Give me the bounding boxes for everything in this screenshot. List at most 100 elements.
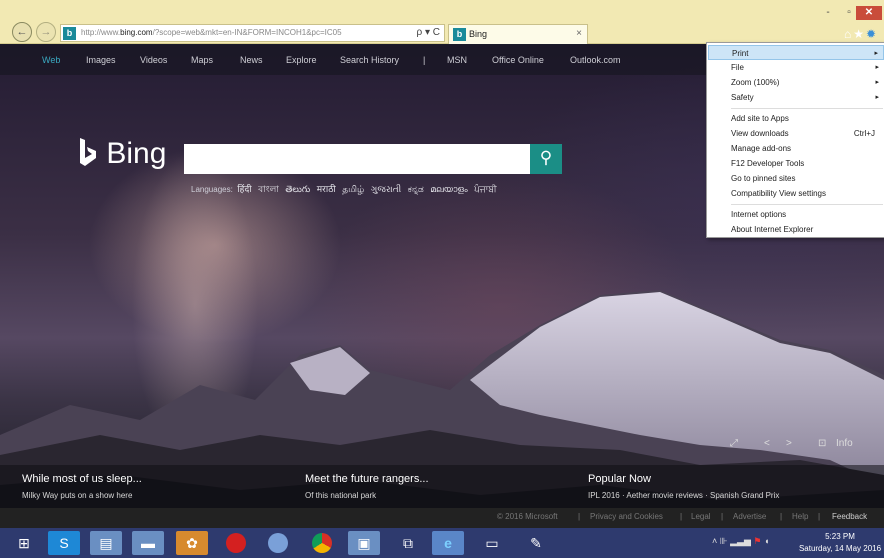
signal-icon[interactable]: ▂▃▅	[730, 536, 751, 546]
forward-button[interactable]: →	[36, 22, 56, 42]
bing-logo[interactable]: Bing	[78, 137, 166, 171]
menu-item-print[interactable]: Print ▸	[708, 45, 884, 60]
fullscreen-icon[interactable]: ⤢	[730, 438, 738, 449]
flag-icon[interactable]: ⚑	[753, 536, 761, 546]
bing-favicon-icon: b	[453, 28, 466, 41]
taskbar-app[interactable]: ✿	[176, 531, 208, 555]
menu-item-manage-add-ons[interactable]: Manage add-ons	[708, 141, 884, 156]
nav-web[interactable]: Web	[42, 55, 60, 65]
lang-kannada[interactable]: ಕನ್ನಡ	[408, 185, 424, 195]
taskbar-chrome[interactable]	[306, 531, 338, 555]
lang-punjabi[interactable]: ਪੰਜਾਬੀ	[474, 185, 497, 195]
taskbar-folder[interactable]: ▬	[132, 531, 164, 555]
footer-separator: |	[680, 512, 683, 521]
tab-close-icon[interactable]: ×	[576, 28, 582, 39]
menu-item-view-downloads[interactable]: View downloads Ctrl+J	[708, 126, 884, 141]
taskbar-skype[interactable]: S	[48, 531, 80, 555]
home-icon[interactable]: ⌂	[844, 27, 851, 41]
lang-marathi[interactable]: मराठी	[317, 185, 336, 195]
menu-item-compatibility-view[interactable]: Compatibility View settings	[708, 186, 884, 201]
file-explorer-icon: ▤	[99, 535, 113, 551]
camera-icon[interactable]: ⊡	[818, 438, 826, 449]
taskbar-notepad[interactable]: ▣	[348, 531, 380, 555]
minimize-button[interactable]: -	[819, 6, 837, 20]
image-controls: ⤢ < > ⊡ Info	[720, 430, 884, 460]
nav-videos[interactable]: Videos	[140, 55, 167, 65]
windows-taskbar: ⊞ S ▤ ▬ ✿ ▣ ⧉ e ▭ ✎ ˄ ⊪ ▂▃▅ ⚑ ◖ 5:23 PM …	[0, 528, 884, 558]
legal-link[interactable]: Legal	[691, 512, 711, 521]
feedback-link[interactable]: Feedback	[832, 512, 867, 521]
lang-telugu[interactable]: తెలుగు	[285, 185, 310, 195]
tray-expand-icon[interactable]: ˄	[712, 536, 717, 546]
address-bar[interactable]: b http://www.bing.com/?scope=web&mkt=en-…	[60, 24, 445, 42]
address-url[interactable]: http://www.bing.com/?scope=web&mkt=en-IN…	[81, 28, 381, 37]
story-card[interactable]: While most of us sleep... Milky Way puts…	[22, 473, 142, 500]
nav-outlook[interactable]: Outlook.com	[570, 55, 621, 65]
search-button[interactable]: ⚲	[530, 144, 562, 174]
search-input[interactable]	[184, 144, 530, 174]
nav-news[interactable]: News	[240, 55, 263, 65]
taskbar-clock[interactable]: 5:23 PM Saturday, 14 May 2016	[796, 531, 884, 555]
app-icon: ✿	[186, 535, 198, 551]
menu-item-internet-options[interactable]: Internet options	[708, 207, 884, 222]
submenu-arrow-icon: ▸	[874, 50, 878, 57]
menu-label: Add site to Apps	[731, 114, 789, 123]
menu-item-add-site-to-apps[interactable]: Add site to Apps	[708, 111, 884, 126]
nav-maps[interactable]: Maps	[191, 55, 213, 65]
taskbar-explorer[interactable]: ▤	[90, 531, 122, 555]
lang-gujarati[interactable]: ગુજરાતી	[371, 185, 401, 195]
popular-now-card[interactable]: Popular Now IPL 2016 · Aether movie revi…	[588, 473, 779, 500]
windows-logo-icon: ⊞	[18, 535, 30, 551]
menu-item-about-ie[interactable]: About Internet Explorer	[708, 222, 884, 237]
back-button[interactable]: ←	[12, 22, 32, 42]
lang-hindi[interactable]: हिंदी	[237, 185, 251, 195]
lang-malayalam[interactable]: മലയാളം	[430, 185, 467, 195]
footer-separator: |	[578, 512, 581, 521]
story-card[interactable]: Meet the future rangers... Of this natio…	[305, 473, 429, 500]
taskbar-media[interactable]	[262, 531, 294, 555]
address-search-refresh-icons[interactable]: ρ ▾ C	[417, 27, 441, 38]
nav-explore[interactable]: Explore	[286, 55, 317, 65]
nav-office-online[interactable]: Office Online	[492, 55, 544, 65]
menu-label: Zoom (100%)	[731, 78, 780, 87]
network-icon: ⧉	[403, 535, 413, 551]
menu-item-file[interactable]: File ▸	[708, 60, 884, 75]
previous-image-button[interactable]: <	[764, 438, 770, 449]
menu-item-zoom[interactable]: Zoom (100%) ▸	[708, 75, 884, 90]
advertise-link[interactable]: Advertise	[733, 512, 766, 521]
taskbar-paint[interactable]: ✎	[520, 531, 552, 555]
nav-msn[interactable]: MSN	[447, 55, 467, 65]
menu-item-go-to-pinned-sites[interactable]: Go to pinned sites	[708, 171, 884, 186]
nav-search-history[interactable]: Search History	[340, 55, 399, 65]
info-button[interactable]: Info	[836, 438, 853, 449]
network-tray-icon[interactable]: ⊪	[720, 536, 728, 546]
media-player-icon	[268, 533, 288, 553]
favorites-star-icon[interactable]: ★	[853, 27, 864, 41]
taskbar-internet-explorer[interactable]: e	[432, 531, 464, 555]
close-button[interactable]: ✕	[856, 6, 882, 20]
taskbar-network[interactable]: ⧉	[392, 531, 424, 555]
story-headline: While most of us sleep...	[22, 473, 142, 485]
nav-images[interactable]: Images	[86, 55, 116, 65]
menu-item-safety[interactable]: Safety ▸	[708, 90, 884, 105]
taskbar-app2[interactable]: ▭	[476, 531, 508, 555]
volume-icon[interactable]: ◖	[764, 536, 769, 546]
menu-label: About Internet Explorer	[731, 225, 814, 234]
footer-separator: |	[818, 512, 821, 521]
next-image-button[interactable]: >	[786, 438, 792, 449]
tools-menu: Print ▸ File ▸ Zoom (100%) ▸ Safety ▸ Add si…	[706, 42, 884, 238]
lang-tamil[interactable]: தமிழ்	[342, 185, 364, 195]
help-link[interactable]: Help	[792, 512, 808, 521]
lang-bangla[interactable]: বাংলা	[258, 185, 279, 195]
tab-bing[interactable]: b Bing ×	[448, 24, 588, 44]
menu-item-f12-developer-tools[interactable]: F12 Developer Tools	[708, 156, 884, 171]
taskbar-opera[interactable]	[220, 531, 252, 555]
start-button[interactable]: ⊞	[10, 531, 38, 555]
app-window-icon: ▭	[485, 535, 499, 551]
search-icon: ⚲	[539, 148, 553, 167]
url-prefix: http://www.	[81, 28, 121, 37]
gear-icon[interactable]: ✹	[866, 27, 876, 41]
privacy-link[interactable]: Privacy and Cookies	[590, 512, 663, 521]
nav-separator: |	[423, 55, 426, 65]
submenu-arrow-icon: ▸	[875, 94, 879, 101]
